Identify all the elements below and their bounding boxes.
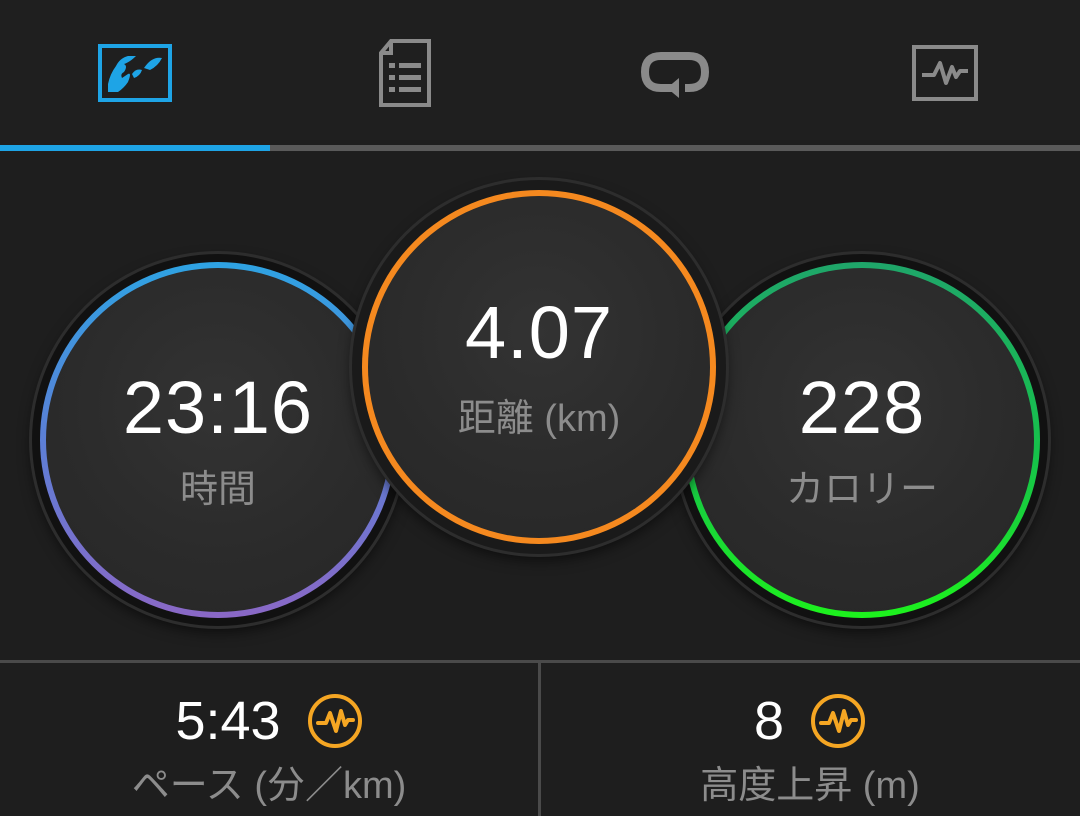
time-circle[interactable]: 23:16 時間: [40, 262, 396, 618]
pace-value: 5:43: [175, 691, 281, 751]
distance-value: 4.07: [464, 291, 614, 374]
tab-laps[interactable]: [540, 0, 810, 145]
activity-overview-icon: [98, 43, 172, 102]
pulse-icon: [307, 694, 362, 748]
elevation-label: 高度上昇 (m): [700, 765, 920, 807]
tab-bar: [0, 0, 1080, 152]
laps-loop-icon: [640, 51, 710, 98]
calories-label: カロリー: [785, 469, 938, 511]
distance-circle-face: 4.07 距離 (km): [368, 196, 710, 538]
activity-summary-screen: 23:16 時間 228 カロリー 4.07 距離 (km) 5:43 ペース …: [0, 0, 1080, 816]
tab-overview[interactable]: [0, 0, 270, 145]
time-circle-face: 23:16 時間: [46, 268, 390, 612]
pace-value-row: 5:43: [0, 693, 538, 749]
elevation-cell[interactable]: 8 高度上昇 (m): [541, 663, 1079, 816]
tab-details[interactable]: [270, 0, 540, 145]
elevation-value-row: 8: [541, 693, 1079, 749]
elevation-value: 8: [753, 691, 785, 751]
pace-cell[interactable]: 5:43 ペース (分／km): [0, 663, 538, 816]
distance-label: 距離 (km): [457, 398, 621, 440]
time-value: 23:16: [122, 366, 314, 449]
details-list-icon: [379, 38, 431, 107]
calories-circle-face: 228 カロリー: [690, 268, 1034, 612]
calories-circle[interactable]: 228 カロリー: [684, 262, 1040, 618]
pulse-icon: [811, 694, 866, 748]
tab-graphs[interactable]: [810, 0, 1080, 145]
summary-circles: 23:16 時間 228 カロリー 4.07 距離 (km): [0, 152, 1080, 660]
tab-active-indicator: [0, 145, 270, 151]
pace-label: ペース (分／km): [131, 765, 407, 807]
distance-circle[interactable]: 4.07 距離 (km): [362, 190, 716, 544]
graph-chart-icon: [912, 44, 978, 101]
calories-value: 228: [798, 366, 926, 449]
time-label: 時間: [179, 469, 256, 511]
bottom-stats: 5:43 ペース (分／km) 8 高度上昇 (m): [0, 660, 1080, 816]
